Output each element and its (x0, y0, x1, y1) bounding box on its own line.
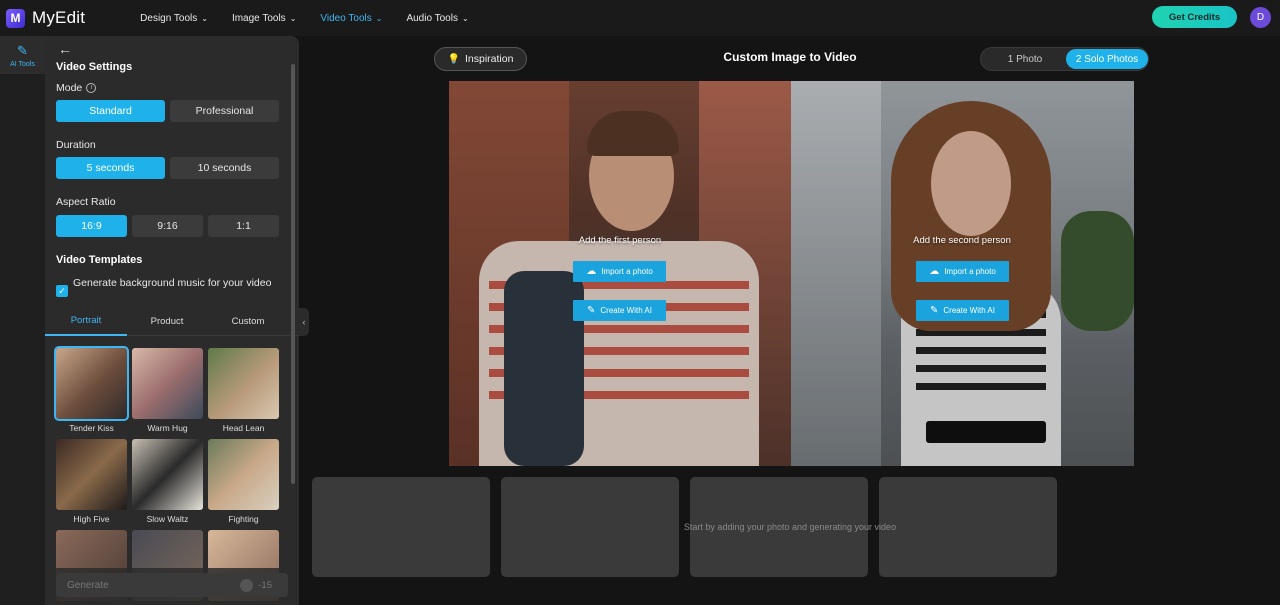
result-slot (312, 477, 490, 577)
nav-label: Video Tools (320, 12, 372, 24)
create-label: Create With AI (600, 306, 652, 315)
chevron-left-icon: ‹ (302, 317, 306, 327)
generate-button[interactable]: Generate -15 (56, 573, 288, 597)
cloud-upload-icon: ☁ (929, 266, 940, 277)
top-bar: M MyEdit Design Tools ⌄ Image Tools ⌄ Vide… (0, 0, 1280, 36)
nav-video-tools[interactable]: Video Tools ⌄ (320, 13, 382, 24)
template-caption: Fighting (228, 514, 259, 524)
inspiration-label: Inspiration (465, 53, 514, 65)
rail-item-label: AI Tools (10, 60, 35, 68)
chevron-down-icon: ⌄ (461, 13, 469, 23)
template-caption: Head Lean (222, 423, 265, 433)
duration-10s-button[interactable]: 10 seconds (170, 157, 279, 179)
duration-label: Duration (56, 139, 96, 151)
aspect-9-16-button[interactable]: 9:16 (132, 215, 203, 237)
template-caption: Slow Waltz (146, 514, 189, 524)
first-person-label: Add the first person (578, 235, 662, 246)
video-templates-title: Video Templates (56, 254, 143, 266)
generate-label: Generate (67, 579, 109, 591)
one-photo-option[interactable]: 1 Photo (983, 49, 1067, 69)
nav-audio-tools[interactable]: Audio Tools ⌄ (406, 13, 468, 24)
template-thumb-slow-waltz[interactable] (132, 439, 203, 510)
credit-coin-icon (240, 578, 254, 592)
nav-image-tools[interactable]: Image Tools ⌄ (232, 13, 296, 24)
rail-item-ai-tools[interactable]: ✎ AI Tools (0, 36, 45, 74)
magic-wand-icon: ✎ (17, 42, 28, 58)
template-caption: Warm Hug (147, 423, 188, 433)
mode-label: Mode i (56, 82, 97, 94)
page-title: Custom Image to Video (723, 50, 857, 64)
template-thumb-tender-kiss[interactable] (54, 346, 129, 421)
tab-portrait[interactable]: Portrait (45, 306, 127, 336)
template-tabs: Portrait Product Custom (45, 306, 299, 336)
back-arrow-icon[interactable]: ← (58, 41, 72, 57)
nav-label: Image Tools (231, 12, 286, 24)
nav-design-tools[interactable]: Design Tools ⌄ (140, 13, 208, 24)
mode-label-text: Mode (56, 82, 83, 94)
chevron-down-icon: ⌄ (201, 13, 208, 23)
import-label: Import a photo (601, 267, 653, 276)
create-label: Create With AI (943, 306, 995, 315)
template-thumb-head-lean[interactable] (208, 348, 279, 419)
get-credits-button[interactable]: Get Credits (1152, 6, 1237, 28)
photo-mode-toggle: 1 Photo 2 Solo Photos (980, 47, 1149, 71)
magic-wand-icon: ✎ (587, 305, 596, 316)
inspiration-button[interactable]: 💡 Inspiration (434, 47, 527, 71)
second-person-label: Add the second person (913, 235, 1011, 246)
credit-cost: -15 (240, 578, 272, 592)
nav-label: Design Tools (140, 12, 198, 24)
template-caption: Tender Kiss (69, 423, 114, 433)
tab-custom[interactable]: Custom (207, 306, 289, 336)
create-with-ai-button-2[interactable]: ✎ Create With AI (916, 300, 1009, 321)
settings-panel: ← Video Settings Mode i Standard Professi… (45, 36, 299, 605)
main-nav: Design Tools ⌄ Image Tools ⌄ Video Tools ⌄ … (140, 13, 493, 24)
app-name: MyEdit (32, 8, 86, 27)
aspect-1-1-button[interactable]: 1:1 (208, 215, 279, 237)
logo-icon: M (6, 8, 25, 28)
avatar[interactable]: D (1250, 7, 1271, 28)
panel-scrollbar[interactable] (291, 64, 295, 484)
mode-standard-button[interactable]: Standard (56, 100, 165, 122)
info-icon[interactable]: i (86, 83, 97, 94)
import-label: Import a photo (944, 267, 996, 276)
aspect-16-9-button[interactable]: 16:9 (56, 215, 127, 237)
mode-professional-button[interactable]: Professional (170, 100, 279, 122)
nav-label: Audio Tools (406, 12, 458, 24)
create-with-ai-button-1[interactable]: ✎ Create With AI (573, 300, 666, 321)
video-settings-title: Video Settings (56, 61, 133, 73)
import-photo-button-2[interactable]: ☁ Import a photo (916, 261, 1009, 282)
aspect-ratio-label: Aspect Ratio (56, 196, 116, 208)
import-photo-button-1[interactable]: ☁ Import a photo (573, 261, 666, 282)
collapse-panel-handle[interactable]: ‹ (299, 308, 309, 336)
magic-wand-icon: ✎ (930, 305, 939, 316)
template-thumb-high-five[interactable] (56, 439, 127, 510)
bg-music-label: Generate background music for your video (73, 277, 272, 289)
template-caption: High Five (73, 514, 110, 524)
lightbulb-icon: 💡 (447, 53, 460, 65)
app-logo[interactable]: M MyEdit (6, 8, 85, 28)
two-solo-photos-option[interactable]: 2 Solo Photos (1066, 49, 1148, 69)
chevron-down-icon: ⌄ (289, 13, 297, 23)
duration-5s-button[interactable]: 5 seconds (56, 157, 165, 179)
tool-rail: ✎ AI Tools (0, 36, 45, 605)
template-thumb-fighting[interactable] (208, 439, 279, 510)
tab-product[interactable]: Product (126, 306, 208, 336)
empty-results-hint: Start by adding your photo and generatin… (683, 522, 897, 532)
bg-music-checkbox[interactable]: ✓ (56, 285, 68, 297)
cloud-upload-icon: ☁ (586, 266, 597, 277)
template-thumb-warm-hug[interactable] (132, 348, 203, 419)
cost-value: -15 (258, 579, 272, 591)
chevron-down-icon: ⌄ (375, 13, 383, 23)
